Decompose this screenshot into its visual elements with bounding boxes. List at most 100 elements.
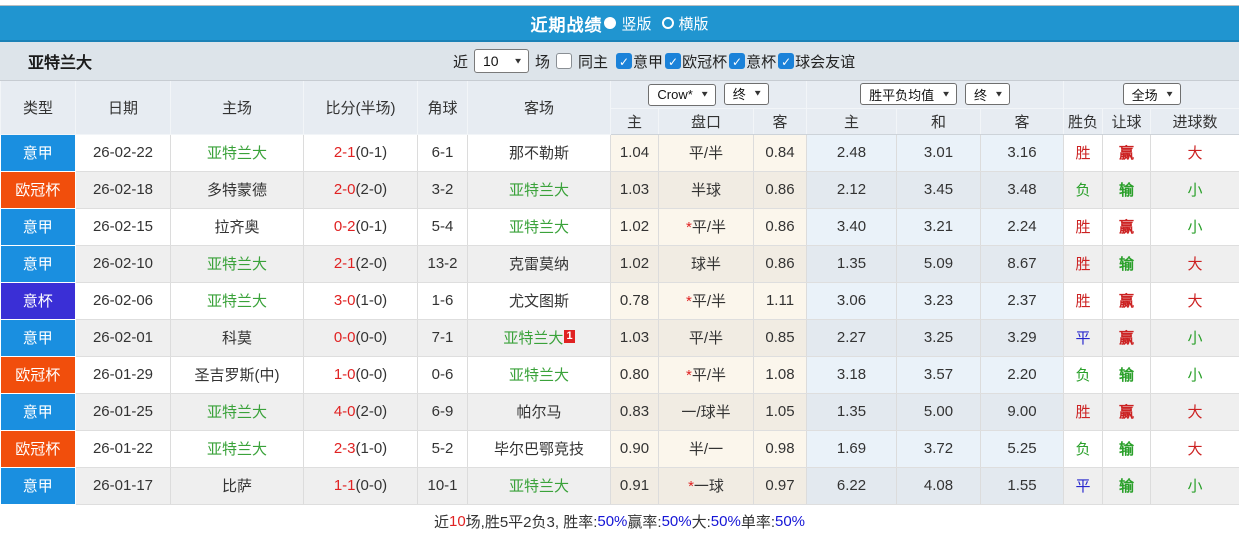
vertical-layout-radio[interactable] <box>604 17 617 29</box>
league-filter-label[interactable]: 意杯 <box>746 51 776 72</box>
avg-type-select[interactable]: 胜平负均值 ▼ <box>860 83 958 106</box>
horizontal-layout-radio[interactable] <box>661 17 674 29</box>
avg-draw-cell: 3.72 <box>896 430 981 468</box>
league-filter-label[interactable]: 欧冠杯 <box>682 51 727 72</box>
team-name-cell-text: 毕尔巴鄂竞技 <box>493 441 584 458</box>
away-team-cell: 毕尔巴鄂竞技 <box>467 430 611 468</box>
corner-cell: 3-2 <box>417 171 468 209</box>
odds-home-cell: 1.02 <box>610 208 659 246</box>
odds-home-cell: 1.04 <box>610 134 659 172</box>
col-header-type: 类型 <box>0 81 76 135</box>
recent-count-select[interactable]: 10 ▼ <box>474 49 530 73</box>
match-row: 意甲 26-02-01 科莫 0-0(0-0) 7-1 亚特兰大 1 1.03 平/半 0.85 2… <box>0 319 1239 357</box>
avg-away-cell: 3.48 <box>980 171 1065 209</box>
league-type-badge: 意甲 <box>0 134 76 172</box>
team-name-cell-text: 亚特兰大 <box>508 478 569 495</box>
score-cell: 1-1(0-0) <box>303 467 418 505</box>
result-handicap-cell: 输 <box>1102 467 1152 505</box>
result-goals-cell: 小 <box>1150 171 1239 209</box>
handicap-cell: 半/一 <box>658 430 754 468</box>
result-goals-cell: 大 <box>1150 430 1239 468</box>
matches-label: 场 <box>535 53 551 71</box>
page-title: 近期战绩 <box>530 15 603 35</box>
avg-home-cell: 3.18 <box>806 356 897 394</box>
result-wdl-cell: 胜 <box>1063 134 1104 172</box>
home-team-cell: 多特蒙德 <box>170 171 304 209</box>
corner-cell: 10-1 <box>417 467 468 505</box>
avg-home-cell: 1.35 <box>806 245 897 283</box>
results-table: 类型 日期 主场 比分(半场) 角球 客场 Crow* ▼ 终 ▼ 胜平负均值 ▼ 终 ▼ … <box>0 81 1239 505</box>
date-cell: 26-01-17 <box>75 467 171 505</box>
date-cell: 26-02-15 <box>75 208 171 246</box>
summary-segment: 场,胜5平2负3, 胜率: <box>465 513 598 531</box>
avg-draw-cell: 3.21 <box>896 208 981 246</box>
date-cell: 26-01-29 <box>75 356 171 394</box>
chevron-down-icon: ▼ <box>699 90 710 100</box>
league-filter-item: ✓ 意杯 <box>729 51 776 72</box>
result-wdl-cell: 负 <box>1063 356 1104 394</box>
toolbar-controls: 近 10 ▼ 场 同主 ✓ 意甲 ✓ 欧冠杯 ✓ 意杯 ✓ 球会友谊 <box>447 49 855 73</box>
corner-cell: 5-2 <box>417 430 468 468</box>
league-filter-checkbox[interactable]: ✓ <box>729 53 746 69</box>
team-name-cell-text: 克雷莫纳 <box>508 256 569 273</box>
handicap-cell: 一/球半 <box>658 393 754 431</box>
odds-away-cell: 0.84 <box>753 134 807 172</box>
league-filter-label[interactable]: 意甲 <box>633 51 663 72</box>
odds-away-cell: 1.08 <box>753 356 807 394</box>
filter-toolbar: 亚特兰大 近 10 ▼ 场 同主 ✓ 意甲 ✓ 欧冠杯 ✓ 意杯 ✓ 球会友谊 <box>0 42 1239 81</box>
corner-cell: 0-6 <box>417 356 468 394</box>
odds-away-cell: 0.86 <box>753 208 807 246</box>
league-type-badge: 意杯 <box>0 282 76 320</box>
summary-segment: 50% <box>661 512 692 530</box>
avg-draw-cell: 3.01 <box>896 134 981 172</box>
odds-company-select[interactable]: Crow* ▼ <box>648 83 716 106</box>
league-type-badge: 意甲 <box>0 319 76 357</box>
league-filter-checkbox[interactable]: ✓ <box>616 53 633 69</box>
handicap-cell: 球半 <box>658 245 754 283</box>
corner-cell: 5-4 <box>417 208 468 246</box>
team-name-cell-text: 拉齐奥 <box>214 219 260 236</box>
avg-draw-cell: 3.45 <box>896 171 981 209</box>
team-name-cell-text: 多特蒙德 <box>206 182 267 199</box>
team-name-cell-text: 科莫 <box>221 330 252 347</box>
corner-cell: 6-9 <box>417 393 468 431</box>
home-team-cell: 亚特兰大 <box>170 245 304 283</box>
odds-time-select[interactable]: 终 ▼ <box>723 82 769 105</box>
scope-select[interactable]: 全场 ▼ <box>1122 83 1181 106</box>
same-home-checkbox[interactable] <box>556 53 573 69</box>
league-filter-checkbox[interactable]: ✓ <box>665 53 682 69</box>
avg-away-cell: 8.67 <box>980 245 1065 283</box>
corner-cell: 7-1 <box>417 319 468 357</box>
team-name-cell-text: 亚特兰大 <box>503 330 564 347</box>
odds-home-cell: 0.90 <box>610 430 659 468</box>
vertical-layout-label[interactable]: 竖版 <box>621 13 651 34</box>
result-handicap-cell: 赢 <box>1102 282 1152 320</box>
away-team-cell: 那不勒斯 <box>467 134 611 172</box>
result-goals-cell: 大 <box>1150 245 1239 283</box>
avg-away-cell: 2.37 <box>980 282 1065 320</box>
summary-segment: 赢率: <box>627 513 662 531</box>
team-name-cell-text: 亚特兰大 <box>206 404 267 421</box>
odds-away-cell: 0.97 <box>753 467 807 505</box>
result-handicap-cell: 赢 <box>1102 208 1152 246</box>
same-home-label[interactable]: 同主 <box>578 51 608 72</box>
date-cell: 26-02-01 <box>75 319 171 357</box>
horizontal-layout-label[interactable]: 横版 <box>679 13 709 34</box>
table-header-row-groups: 类型 日期 主场 比分(半场) 角球 客场 Crow* ▼ 终 ▼ 胜平负均值 ▼ 终 ▼ … <box>0 81 1239 135</box>
result-goals-cell: 大 <box>1150 393 1239 431</box>
avg-draw-cell: 3.25 <box>896 319 981 357</box>
league-filter-checkbox[interactable]: ✓ <box>778 53 795 69</box>
result-wdl-cell: 胜 <box>1063 282 1104 320</box>
subheader-胜负: 胜负 <box>1063 108 1104 135</box>
avg-draw-cell: 5.00 <box>896 393 981 431</box>
subheader-客: 客 <box>979 108 1065 135</box>
away-team-cell: 克雷莫纳 <box>467 245 611 283</box>
league-type-badge: 意甲 <box>0 467 76 505</box>
match-row: 欧冠杯 26-02-18 多特蒙德 2-0(2-0) 3-2 亚特兰大 1.03 半球 0.86… <box>0 171 1239 209</box>
result-goals-cell: 大 <box>1150 134 1239 172</box>
recent-count-value: 10 <box>483 53 499 69</box>
away-team-cell: 亚特兰大 <box>467 467 611 505</box>
avg-time-select[interactable]: 终 ▼ <box>965 83 1010 106</box>
odds-away-cell: 0.86 <box>753 245 807 283</box>
league-filter-label[interactable]: 球会友谊 <box>795 51 855 72</box>
